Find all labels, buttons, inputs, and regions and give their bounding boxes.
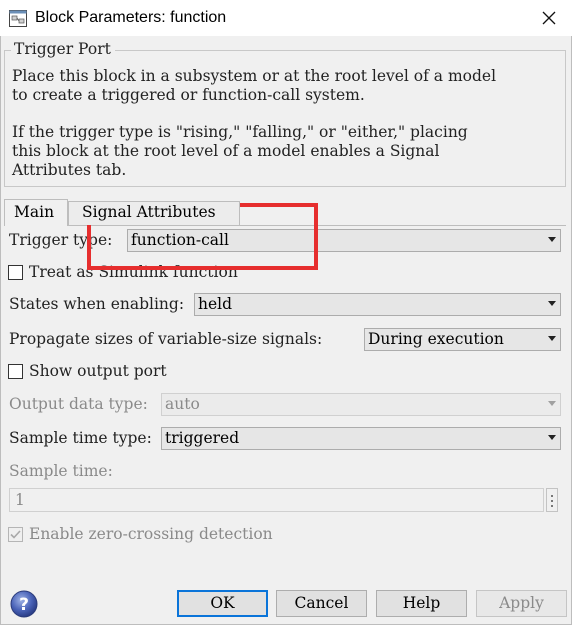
propagate-sizes-value: During execution bbox=[368, 330, 504, 348]
chevron-down-icon bbox=[548, 435, 556, 440]
output-data-type-dropdown[interactable]: auto bbox=[161, 393, 561, 416]
tab-main[interactable]: Main bbox=[4, 199, 68, 226]
help-button[interactable]: Help bbox=[376, 590, 467, 617]
sample-time-field[interactable]: 1 bbox=[9, 488, 544, 512]
close-icon bbox=[542, 11, 556, 25]
sample-time-label: Sample time: bbox=[9, 462, 113, 480]
trigger-type-dropdown[interactable]: function-call bbox=[127, 229, 561, 252]
treat-as-simulink-function-label: Treat as Simulink function bbox=[29, 263, 238, 281]
sample-time-value: 1 bbox=[15, 491, 25, 509]
states-when-enabling-dropdown[interactable]: held bbox=[194, 293, 561, 316]
sample-time-more-button[interactable] bbox=[546, 488, 558, 512]
window-title: Block Parameters: function bbox=[35, 9, 227, 26]
show-output-port-label: Show output port bbox=[29, 362, 167, 380]
chevron-down-icon bbox=[548, 301, 556, 306]
vertical-ellipsis-icon bbox=[551, 495, 553, 497]
vertical-ellipsis-dot bbox=[551, 500, 553, 502]
enable-zero-crossing-checkbox[interactable] bbox=[8, 527, 23, 542]
group-legend: Trigger Port bbox=[11, 40, 115, 58]
output-data-type-label: Output data type: bbox=[9, 395, 148, 413]
app-icon bbox=[9, 10, 27, 27]
help-icon[interactable]: ? bbox=[10, 590, 38, 618]
sample-time-type-label: Sample time type: bbox=[9, 429, 152, 447]
vertical-ellipsis-dot bbox=[551, 505, 553, 507]
propagate-sizes-dropdown[interactable]: During execution bbox=[364, 328, 561, 351]
trigger-type-value: function-call bbox=[131, 231, 229, 249]
description-paragraph-1: Place this block in a subsystem or at th… bbox=[12, 67, 497, 104]
states-when-enabling-label: States when enabling: bbox=[9, 295, 185, 313]
treat-as-simulink-function-checkbox[interactable] bbox=[8, 265, 23, 280]
apply-button[interactable]: Apply bbox=[476, 590, 567, 617]
cancel-button[interactable]: Cancel bbox=[276, 590, 367, 617]
show-output-port-checkbox[interactable] bbox=[8, 364, 23, 379]
sample-time-type-value: triggered bbox=[165, 429, 240, 447]
title-bar: Block Parameters: function bbox=[0, 0, 572, 36]
chevron-down-icon bbox=[548, 401, 556, 406]
states-when-enabling-value: held bbox=[198, 295, 233, 313]
tab-divider bbox=[68, 225, 566, 226]
close-button[interactable] bbox=[536, 6, 562, 30]
chevron-down-icon bbox=[548, 336, 556, 341]
output-data-type-value: auto bbox=[165, 395, 200, 413]
ok-button[interactable]: OK bbox=[177, 590, 268, 617]
chevron-down-icon bbox=[548, 237, 556, 242]
description-paragraph-2: If the trigger type is "rising," "fallin… bbox=[12, 123, 468, 179]
svg-text:?: ? bbox=[19, 595, 29, 615]
sample-time-type-dropdown[interactable]: triggered bbox=[161, 427, 561, 450]
enable-zero-crossing-label: Enable zero-crossing detection bbox=[29, 525, 273, 543]
tab-signal-attributes[interactable]: Signal Attributes bbox=[68, 201, 240, 225]
propagate-sizes-label: Propagate sizes of variable-size signals… bbox=[9, 330, 323, 348]
trigger-type-label: Trigger type: bbox=[9, 231, 113, 249]
checkmark-icon bbox=[10, 530, 21, 539]
